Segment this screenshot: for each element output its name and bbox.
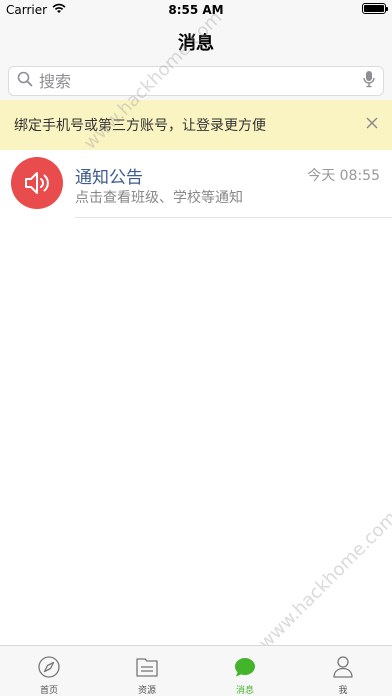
chat-bubble-icon [232, 654, 258, 680]
tab-me[interactable]: 我 [294, 646, 392, 696]
search-input[interactable] [39, 71, 363, 91]
search-box[interactable] [8, 66, 384, 96]
person-icon [330, 654, 356, 680]
folder-icon [134, 654, 160, 680]
battery-icon [362, 3, 388, 14]
battery-fill [364, 5, 384, 12]
status-bar: Carrier 8:55 AM [0, 0, 392, 20]
message-subtitle: 点击查看班级、学校等通知 [75, 190, 243, 206]
close-icon[interactable] [360, 111, 384, 135]
message-time: 今天 08:55 [307, 168, 380, 184]
speaker-icon [11, 157, 63, 209]
bind-account-banner[interactable]: 绑定手机号或第三方账号，让登录更方便 [0, 100, 392, 150]
tab-bar: 首页 资源 消息 我 [0, 645, 392, 696]
tab-messages[interactable]: 消息 [196, 646, 294, 696]
tab-home[interactable]: 首页 [0, 646, 98, 696]
tab-label: 消息 [235, 686, 254, 696]
compass-icon [36, 654, 62, 680]
tab-label: 资源 [137, 686, 156, 696]
banner-text: 绑定手机号或第三方账号，让登录更方便 [14, 118, 266, 134]
tab-resources[interactable]: 资源 [98, 646, 196, 696]
list-item[interactable]: 通知公告 今天 08:55 点击查看班级、学校等通知 [0, 150, 392, 218]
message-title: 通知公告 [75, 168, 143, 188]
search-icon [17, 71, 33, 91]
status-time: 8:55 AM [168, 3, 224, 17]
tab-label: 我 [338, 686, 348, 696]
search-container [0, 62, 392, 100]
microphone-icon[interactable] [363, 70, 375, 92]
tab-label: 首页 [39, 686, 58, 696]
